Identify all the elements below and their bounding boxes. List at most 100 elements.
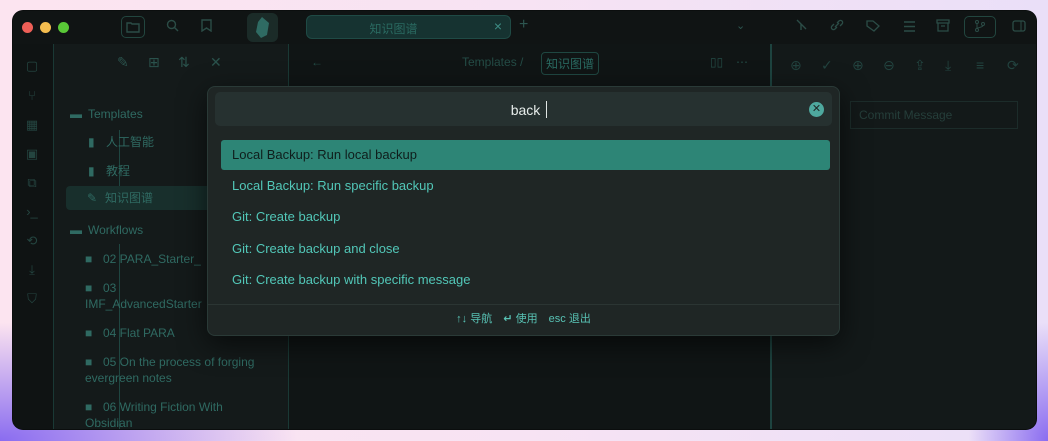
copy-icon[interactable]: ⧉ <box>23 174 41 192</box>
hint-label: 导航 <box>470 313 493 325</box>
bookmark-icon[interactable] <box>194 16 218 38</box>
link-icon[interactable] <box>825 16 849 38</box>
minimize-window-button[interactable] <box>40 22 51 33</box>
palette-result-selected[interactable]: Local Backup: Run local backup <box>221 140 830 170</box>
hint-escape: esc 退出 <box>549 313 591 325</box>
source-control-icon[interactable] <box>964 16 996 38</box>
tag-icon[interactable] <box>861 16 885 38</box>
file-icon: ▮ <box>88 135 95 149</box>
tree-item-label: 04 Flat PARA <box>103 326 175 340</box>
command-palette: ✕ Local Backup: Run local backup Local B… <box>207 86 840 336</box>
tree-folder[interactable]: ■ 05 On the process of forging <box>85 355 254 370</box>
breadcrumb-current[interactable]: 知识图谱 <box>541 52 600 75</box>
folder-icon: ■ <box>85 252 93 266</box>
tree-folder[interactable]: ■ 06 Writing Fiction With <box>85 400 223 415</box>
clear-search-icon[interactable]: ✕ <box>809 102 824 117</box>
list-view-icon[interactable]: ≡ <box>976 57 984 73</box>
more-options-icon[interactable]: ⋯ <box>736 55 748 69</box>
tree-item-label: Obsidian <box>85 416 133 429</box>
app-window: 知识图谱 × + ⌄ ▢ ⑂ ▦ ▣ ⧉ ›_ ⟲ ⤓ ⛉ ✎ ⊞ ⇅ ✕ ▬ … <box>13 11 1036 429</box>
files-icon[interactable]: ▢ <box>23 57 41 75</box>
palette-footer: ↑↓ 导航 ↵ 使用 esc 退出 <box>208 304 839 335</box>
tree-item-label: evergreen notes <box>85 371 172 385</box>
tree-folder-label-continued: Obsidian <box>85 416 132 429</box>
add-icon[interactable]: ⊕ <box>790 57 802 74</box>
folder-icon: ▬ <box>70 107 82 121</box>
refresh-icon[interactable]: ⟳ <box>1007 57 1019 74</box>
sidebar-right-icon[interactable] <box>1007 16 1031 38</box>
reading-mode-icon[interactable]: ▯▯ <box>710 55 723 69</box>
tree-item-label: 02 PARA_Starter_ <box>103 252 201 266</box>
tree-item-label: 知识图谱 <box>105 191 154 205</box>
push-icon[interactable]: ⇪ <box>914 57 926 74</box>
tree-folder-templates[interactable]: ▬ Templates <box>70 107 143 122</box>
palette-result[interactable]: Git: Create backup with specific message <box>221 265 830 295</box>
tab-knowledge-graph[interactable]: 知识图谱 × <box>306 15 511 39</box>
tree-folder[interactable]: ■ 03 <box>85 281 116 296</box>
arrow-keys-icon: ↑↓ <box>456 313 468 325</box>
back-arrow-icon[interactable]: ← <box>311 55 323 69</box>
editor-header: ← Templates / 知识图谱 ▯▯ ⋯ <box>289 44 770 84</box>
tree-item-label: 03 <box>103 281 117 295</box>
unstage-all-icon[interactable]: ⊖ <box>883 57 895 74</box>
palette-result[interactable]: Local Backup: Run specific backup <box>221 171 830 201</box>
tree-file[interactable]: ▮ 教程 <box>88 164 130 179</box>
tab-title: 知识图谱 <box>369 22 418 36</box>
folder-icon: ▬ <box>70 223 82 237</box>
terminal-icon[interactable]: ›_ <box>23 203 41 221</box>
folder-icon: ■ <box>85 400 93 414</box>
palette-search-box: ✕ <box>215 92 836 128</box>
new-note-icon[interactable]: ✎ <box>117 54 129 71</box>
folder-icon: ■ <box>85 355 93 369</box>
download-icon[interactable]: ⤓ <box>23 261 41 279</box>
tree-file[interactable]: ▮ 人工智能 <box>88 135 154 150</box>
tree-folder-workflows[interactable]: ▬ Workflows <box>70 223 143 238</box>
hint-label: 使用 <box>515 313 538 325</box>
hint-use: ↵ 使用 <box>503 313 540 325</box>
tree-item-label: 教程 <box>106 164 131 178</box>
enter-key-icon: ↵ <box>503 313 513 325</box>
publish-icon[interactable]: ⛉ <box>23 290 41 308</box>
palette-result-label: Git: Create backup with specific message <box>232 272 471 287</box>
tree-folder[interactable]: ■ 02 PARA_Starter_ <box>85 252 201 267</box>
chevron-down-icon[interactable]: ⌄ <box>736 19 745 32</box>
tree-folder-label-continued: IMF_AdvancedStarter <box>85 297 202 312</box>
esc-key-label: esc <box>548 313 566 325</box>
new-tab-button[interactable]: + <box>519 16 528 34</box>
pull-icon[interactable]: ⤓ <box>945 57 951 74</box>
palette-search-input[interactable] <box>215 92 836 128</box>
git-icon[interactable] <box>789 16 813 38</box>
folder-icon: ■ <box>85 281 93 295</box>
collapse-icon[interactable]: ✕ <box>210 54 222 71</box>
canvas-icon[interactable]: ▦ <box>23 116 41 134</box>
palette-result-label: Local Backup: Run specific backup <box>232 178 434 193</box>
close-window-button[interactable] <box>22 22 33 33</box>
stage-all-icon[interactable]: ⊕ <box>852 57 864 74</box>
tree-item-label: 06 Writing Fiction With <box>103 400 223 414</box>
file-icon: ▮ <box>88 164 95 178</box>
graph-icon[interactable]: ⑂ <box>23 87 41 105</box>
list-icon[interactable] <box>897 16 921 38</box>
sync-icon[interactable]: ⟲ <box>23 232 41 250</box>
close-icon[interactable]: × <box>494 18 502 34</box>
title-bar: 知识图谱 × + ⌄ <box>13 11 1036 44</box>
search-icon[interactable] <box>160 16 184 38</box>
tree-folder[interactable]: ■ 04 Flat PARA <box>85 326 175 341</box>
palette-result-label: Git: Create backup <box>232 209 341 224</box>
commit-message-input[interactable]: Commit Message <box>850 101 1018 129</box>
palette-result[interactable]: Git: Create backup <box>221 202 830 232</box>
tree-item-label: Workflows <box>88 223 144 237</box>
tree-item-label: IMF_AdvancedStarter <box>85 297 202 311</box>
new-folder-icon[interactable]: ⊞ <box>148 54 160 71</box>
check-icon[interactable]: ✓ <box>821 57 833 74</box>
maximize-window-button[interactable] <box>58 22 69 33</box>
folder-icon: ■ <box>85 326 93 340</box>
breadcrumb-parent[interactable]: Templates / <box>462 55 523 69</box>
pencil-icon: ✎ <box>87 191 98 205</box>
palette-result[interactable]: Git: Create backup and close <box>221 234 830 264</box>
calendar-icon[interactable]: ▣ <box>23 145 41 163</box>
files-icon[interactable] <box>121 16 145 38</box>
archive-icon[interactable] <box>931 16 955 38</box>
left-ribbon: ▢ ⑂ ▦ ▣ ⧉ ›_ ⟲ ⤓ ⛉ <box>13 44 53 429</box>
sort-icon[interactable]: ⇅ <box>178 54 190 71</box>
